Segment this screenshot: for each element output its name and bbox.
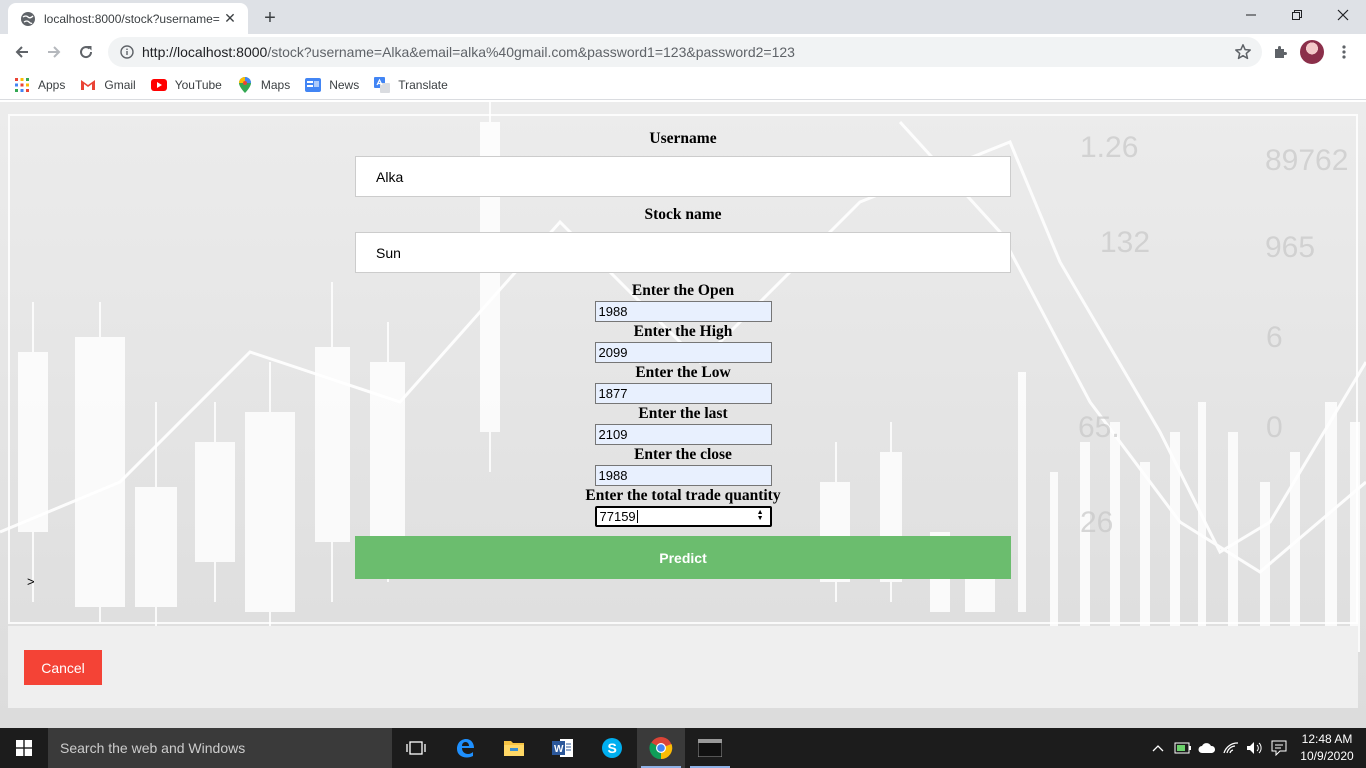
taskbar-search-placeholder: Search the web and Windows [60,740,246,756]
high-input[interactable]: 2099 [594,342,772,363]
chrome-icon[interactable] [637,728,685,768]
low-input[interactable]: 1877 [594,383,772,404]
volume-icon[interactable] [1244,728,1266,768]
trade-quantity-value: 77159 [599,509,636,524]
bookmark-label: News [329,77,360,92]
close-label: Enter the close [634,446,732,463]
footer-bar [8,626,1358,708]
page-content: 1.26 89762 132 965 6 65. 0 26 Username A… [0,102,1366,728]
close-tab-icon[interactable]: ✕ [222,10,238,27]
tab-title: localhost:8000/stock?username= [44,11,220,26]
bookmark-gmail[interactable]: Gmail [80,77,136,93]
text-cursor [636,510,638,523]
browser-toolbar: http://localhost:8000/stock?username=Alk… [0,34,1366,70]
extensions-puzzle-icon[interactable] [1268,40,1292,64]
close-window-icon[interactable] [1320,0,1366,30]
forward-arrow-icon[interactable] [40,38,68,66]
bookmark-label: Gmail [104,77,136,92]
bookmark-label: Maps [260,77,291,92]
wifi-icon[interactable] [1220,728,1242,768]
trade-quantity-label: Enter the total trade quantity [585,487,781,504]
terminal-icon[interactable] [686,728,734,768]
high-label: Enter the High [633,323,733,340]
stock-name-label: Stock name [644,206,722,223]
edge-browser-icon[interactable] [441,728,489,768]
windows-start-icon[interactable] [0,728,48,768]
spinner-arrows-icon[interactable]: ▲ ▼ [757,509,764,522]
profile-avatar[interactable] [1300,40,1324,64]
bookmark-youtube[interactable]: YouTube [150,77,222,93]
low-label: Enter the Low [635,364,731,381]
bookmark-label: YouTube [174,77,222,92]
username-label: Username [649,130,717,147]
address-bar[interactable]: http://localhost:8000/stock?username=Alk… [108,37,1262,67]
open-input[interactable]: 1988 [594,301,772,322]
url-path: /stock?username=Alka&email=alka%40gmail.… [267,44,795,60]
restore-icon[interactable] [1274,0,1320,30]
close-input[interactable]: 1988 [594,465,772,486]
stray-text: > [27,574,35,589]
last-input[interactable]: 2109 [594,424,772,445]
bookmark-label: Translate [398,77,448,92]
taskbar-clock[interactable]: 12:48 AM 10/9/2020 [1296,731,1358,765]
url-host: http://localhost:8000 [142,44,268,60]
gmail-icon [80,77,96,93]
taskbar-search-box[interactable]: Search the web and Windows [48,728,392,768]
browser-tab[interactable]: localhost:8000/stock?username= ✕ [8,3,248,34]
svg-text:S: S [608,740,617,756]
onedrive-cloud-icon[interactable] [1196,728,1218,768]
windows-taskbar: Search the web and Windows W S 12:48 AM … [0,728,1366,768]
predict-button[interactable]: Predict [355,536,1011,579]
minimize-icon[interactable] [1228,0,1274,30]
last-label: Enter the last [638,405,728,422]
trade-quantity-input[interactable]: 77159 ▲ ▼ [594,506,772,527]
translate-icon [374,76,391,93]
apps-grid-icon [14,77,30,93]
bookmark-translate[interactable]: Translate [374,76,448,93]
bookmark-news[interactable]: News [305,77,359,93]
url-text: http://localhost:8000/stock?username=Alk… [142,44,795,60]
word-icon[interactable]: W [539,728,587,768]
task-view-icon[interactable] [392,728,440,768]
stock-name-field[interactable]: Sun [355,232,1011,273]
back-arrow-icon[interactable] [8,38,36,66]
clock-date: 10/9/2020 [1300,749,1354,763]
skype-icon[interactable]: S [588,728,636,768]
file-explorer-icon[interactable] [490,728,538,768]
news-icon [305,77,322,93]
menu-kebab-icon[interactable] [1332,40,1356,64]
tab-strip: localhost:8000/stock?username= ✕ + [0,0,1366,34]
bookmark-apps[interactable]: Apps [14,77,65,93]
globe-icon [21,11,35,26]
bookmark-maps[interactable]: Maps [237,76,291,93]
action-center-icon[interactable] [1268,728,1290,768]
maps-icon [237,76,253,93]
bookmark-star-icon[interactable] [1234,43,1252,61]
youtube-icon [150,77,167,93]
prediction-form: Username Alka Stock name Sun Enter the O… [355,102,1011,579]
info-icon[interactable] [120,45,134,59]
svg-text:W: W [554,744,564,755]
clock-time: 12:48 AM [1301,732,1353,746]
cancel-button[interactable]: Cancel [24,650,102,685]
bookmark-label: Apps [38,77,66,92]
new-tab-icon[interactable]: + [258,6,282,30]
open-label: Enter the Open [631,282,735,299]
show-hidden-icons-icon[interactable] [1150,728,1166,768]
bookmarks-bar: Apps Gmail YouTube Maps News Translate [0,70,1366,100]
reload-icon[interactable] [72,38,100,66]
battery-icon[interactable] [1172,728,1194,768]
username-field[interactable]: Alka [355,156,1011,197]
